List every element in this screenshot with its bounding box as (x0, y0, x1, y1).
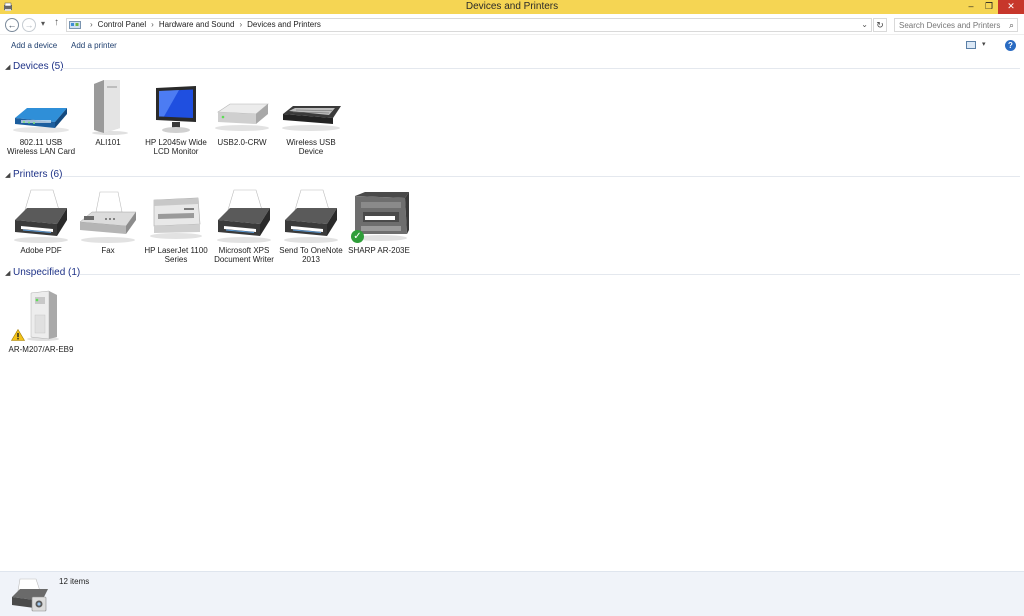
window-title: Devices and Printers (465, 1, 559, 12)
search-input[interactable] (895, 19, 1003, 31)
printer-label: HP LaserJet 1100 Series (144, 246, 208, 264)
printer-tile[interactable]: Send To OneNote 2013 (277, 186, 345, 264)
device-label: AR-M207/AR-EB9 (8, 345, 74, 354)
device-tile[interactable]: HP L2045w Wide LCD Monitor (142, 78, 210, 156)
address-dropdown-button[interactable]: ⌄ (861, 20, 868, 29)
breadcrumb-separator: › (239, 20, 243, 29)
navigation-bar: ← → ▾ ↑ › Control Panel › Hardware and Soun… (0, 15, 1024, 35)
device-label: 802.11 USB Wireless LAN Card (7, 138, 76, 156)
control-panel-icon (69, 21, 81, 29)
recent-locations-button[interactable]: ▾ (41, 19, 45, 28)
collapse-triangle-icon[interactable]: ◢ (5, 269, 10, 277)
status-bar: 12 items (0, 571, 1024, 616)
minimize-button[interactable]: – (962, 0, 980, 14)
add-device-button[interactable]: Add a device (11, 41, 57, 50)
device-label: HP L2045w Wide LCD Monitor (145, 138, 207, 156)
printer-label: Fax (101, 246, 115, 255)
change-view-icon[interactable] (966, 41, 976, 49)
device-tile[interactable]: Wireless USB Device (277, 78, 345, 156)
drive-icon (215, 103, 269, 131)
printer-icon (14, 189, 68, 243)
group-divider (62, 176, 1020, 177)
breadcrumb: › Control Panel › Hardware and Sound › Device… (85, 20, 321, 29)
address-bar[interactable]: › Control Panel › Hardware and Sound › Device… (66, 18, 872, 32)
maximize-button[interactable]: ❐ (980, 0, 998, 14)
breadcrumb-separator: › (90, 20, 93, 29)
collapse-triangle-icon[interactable]: ◢ (5, 171, 10, 179)
title-bar: Devices and Printers – ❐ ✕ (0, 0, 1024, 14)
printer-tile[interactable]: HP LaserJet 1100 Series (142, 186, 210, 264)
device-label: ALI101 (95, 138, 121, 147)
breadcrumb-separator: › (151, 20, 154, 29)
fax-icon (79, 191, 137, 243)
printer-tile[interactable]: ✓ SHARP AR-203E (345, 186, 413, 255)
group-title-devices: Devices (5) (13, 61, 64, 72)
laser-printer-icon (150, 197, 202, 239)
printer-tile[interactable]: Fax (74, 186, 142, 255)
devices-and-printers-icon (12, 578, 48, 612)
refresh-button[interactable]: ↻ (873, 18, 887, 32)
device-tile[interactable]: ALI101 (74, 78, 142, 147)
group-divider (80, 274, 1020, 275)
printer-icon (284, 189, 338, 243)
default-printer-check-icon: ✓ (351, 230, 364, 243)
forward-button[interactable]: → (22, 18, 36, 32)
breadcrumb-devices-and-printers[interactable]: Devices and Printers (247, 20, 321, 29)
group-title-printers: Printers (6) (13, 169, 63, 180)
back-button[interactable]: ← (5, 18, 19, 32)
group-header-devices[interactable]: ◢ Devices (5) (0, 61, 1024, 75)
printer-icon (217, 189, 271, 243)
devices-and-printers-window: Devices and Printers – ❐ ✕ ← → ▾ ↑ › Cont… (0, 0, 1024, 616)
item-count: 12 items (59, 577, 90, 586)
view-options-dropdown[interactable]: ▾ (982, 40, 986, 48)
printer-label: Send To OneNote 2013 (279, 246, 343, 264)
close-button[interactable]: ✕ (998, 0, 1024, 14)
printer-tile[interactable]: Microsoft XPS Document Writer (210, 186, 278, 264)
wireless-router-icon (13, 108, 69, 133)
group-title-unspecified: Unspecified (1) (13, 267, 81, 278)
monitor-icon (156, 86, 196, 133)
printer-label: SHARP AR-203E (348, 246, 410, 255)
group-header-printers[interactable]: ◢ Printers (6) (0, 169, 1024, 183)
device-label: USB2.0-CRW (217, 138, 267, 147)
search-box[interactable]: ⌕ (894, 18, 1018, 32)
warning-icon (11, 329, 25, 341)
device-tile[interactable]: AR-M207/AR-EB9 (7, 285, 75, 354)
tower-pc-icon (92, 80, 128, 135)
device-label: Wireless USB Device (286, 138, 336, 156)
help-icon[interactable]: ? (1005, 40, 1016, 51)
device-tile[interactable]: USB2.0-CRW (208, 78, 276, 147)
printer-label: Microsoft XPS Document Writer (214, 246, 274, 264)
keyboard-icon (282, 106, 341, 131)
printer-label: Adobe PDF (20, 246, 62, 255)
breadcrumb-hardware-and-sound[interactable]: Hardware and Sound (159, 20, 235, 29)
group-header-unspecified[interactable]: ◢ Unspecified (1) (0, 267, 1024, 281)
collapse-triangle-icon[interactable]: ◢ (5, 63, 10, 71)
group-divider (62, 68, 1020, 69)
up-button[interactable]: ↑ (54, 17, 59, 28)
printer-tile[interactable]: Adobe PDF (7, 186, 75, 255)
search-icon[interactable]: ⌕ (1009, 20, 1014, 31)
device-tile[interactable]: 802.11 USB Wireless LAN Card (7, 78, 75, 156)
add-printer-button[interactable]: Add a printer (71, 41, 117, 50)
breadcrumb-control-panel[interactable]: Control Panel (98, 20, 146, 29)
command-bar: Add a device Add a printer ▾ ? (0, 36, 1024, 56)
